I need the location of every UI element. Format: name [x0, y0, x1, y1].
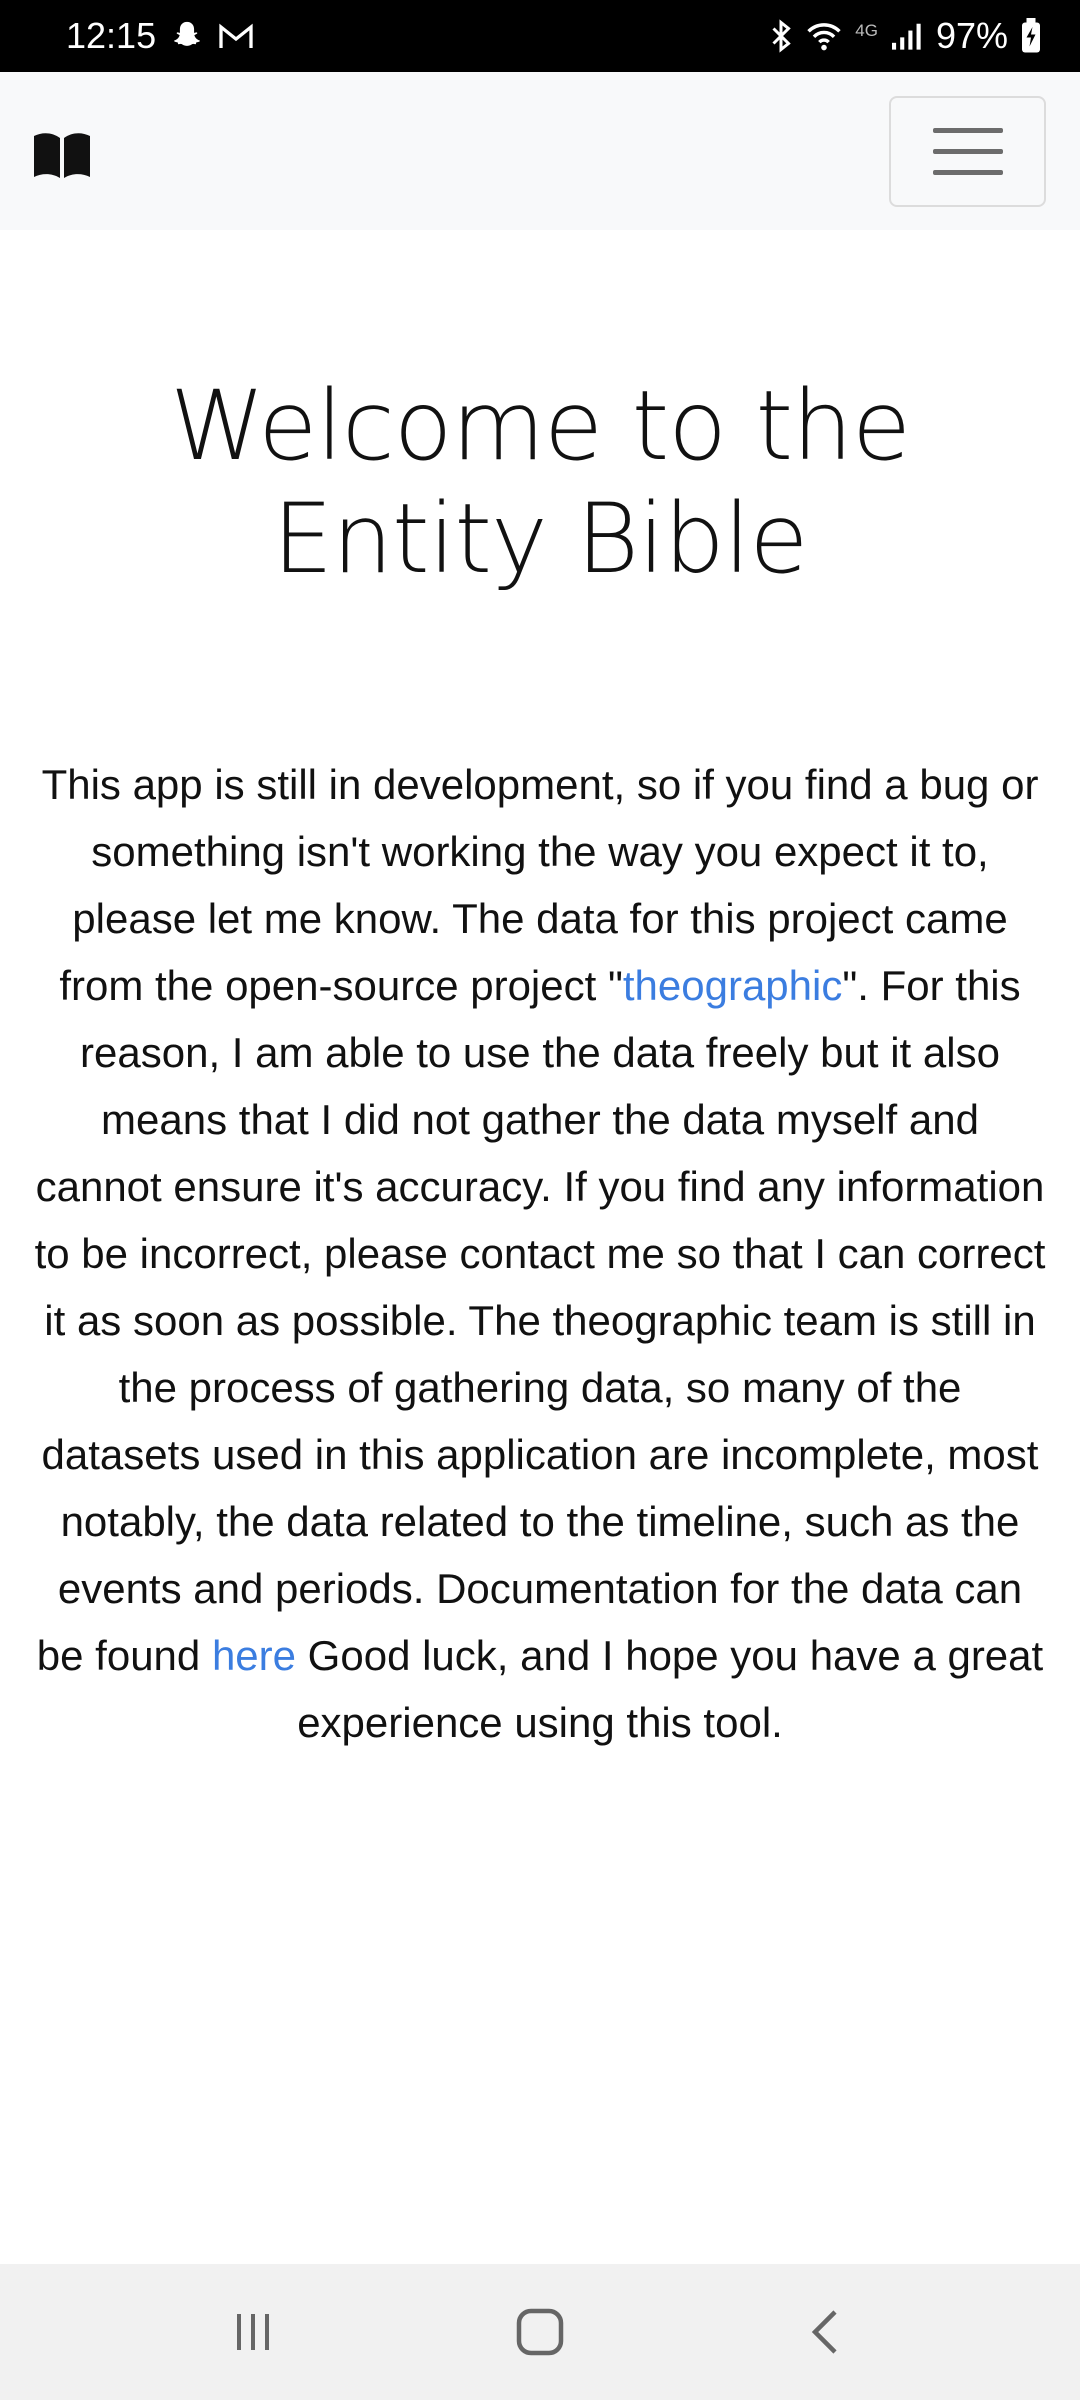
recents-icon[interactable] — [208, 2287, 298, 2377]
status-right: 4G 97% — [769, 15, 1042, 57]
gmail-icon — [218, 22, 254, 50]
menu-bar — [932, 170, 1003, 175]
status-time: 12:15 — [66, 15, 157, 56]
top-navbar — [0, 72, 1080, 230]
wifi-icon — [805, 19, 843, 53]
intro-text-2: ". For this reason, I am able to use the… — [34, 962, 1046, 1679]
signal-icon — [890, 21, 924, 51]
status-bar: 12:15 4G 97% — [0, 0, 1080, 72]
home-icon[interactable] — [495, 2287, 585, 2377]
lte-icon: 4G — [855, 21, 878, 40]
back-icon[interactable] — [782, 2287, 872, 2377]
menu-bar — [932, 128, 1003, 133]
bluetooth-icon — [769, 18, 793, 54]
status-left: 12:15 — [66, 15, 254, 57]
battery-charging-icon — [1020, 18, 1042, 54]
page-title: Welcome to the Entity Bible — [169, 370, 911, 595]
theographic-link[interactable]: theographic — [623, 962, 843, 1009]
menu-bar — [932, 149, 1003, 154]
intro-text-3: Good luck, and I hope you have a great e… — [296, 1632, 1044, 1746]
hamburger-menu-icon[interactable] — [889, 96, 1046, 207]
snapchat-icon — [170, 19, 204, 53]
main-content: Welcome to the Entity Bible This app is … — [0, 230, 1080, 2264]
intro-paragraph: This app is still in development, so if … — [34, 751, 1046, 1756]
documentation-link[interactable]: here — [212, 1632, 296, 1679]
system-nav-bar — [0, 2264, 1080, 2400]
book-icon[interactable] — [32, 130, 92, 180]
battery-percent: 97% — [935, 15, 1008, 56]
